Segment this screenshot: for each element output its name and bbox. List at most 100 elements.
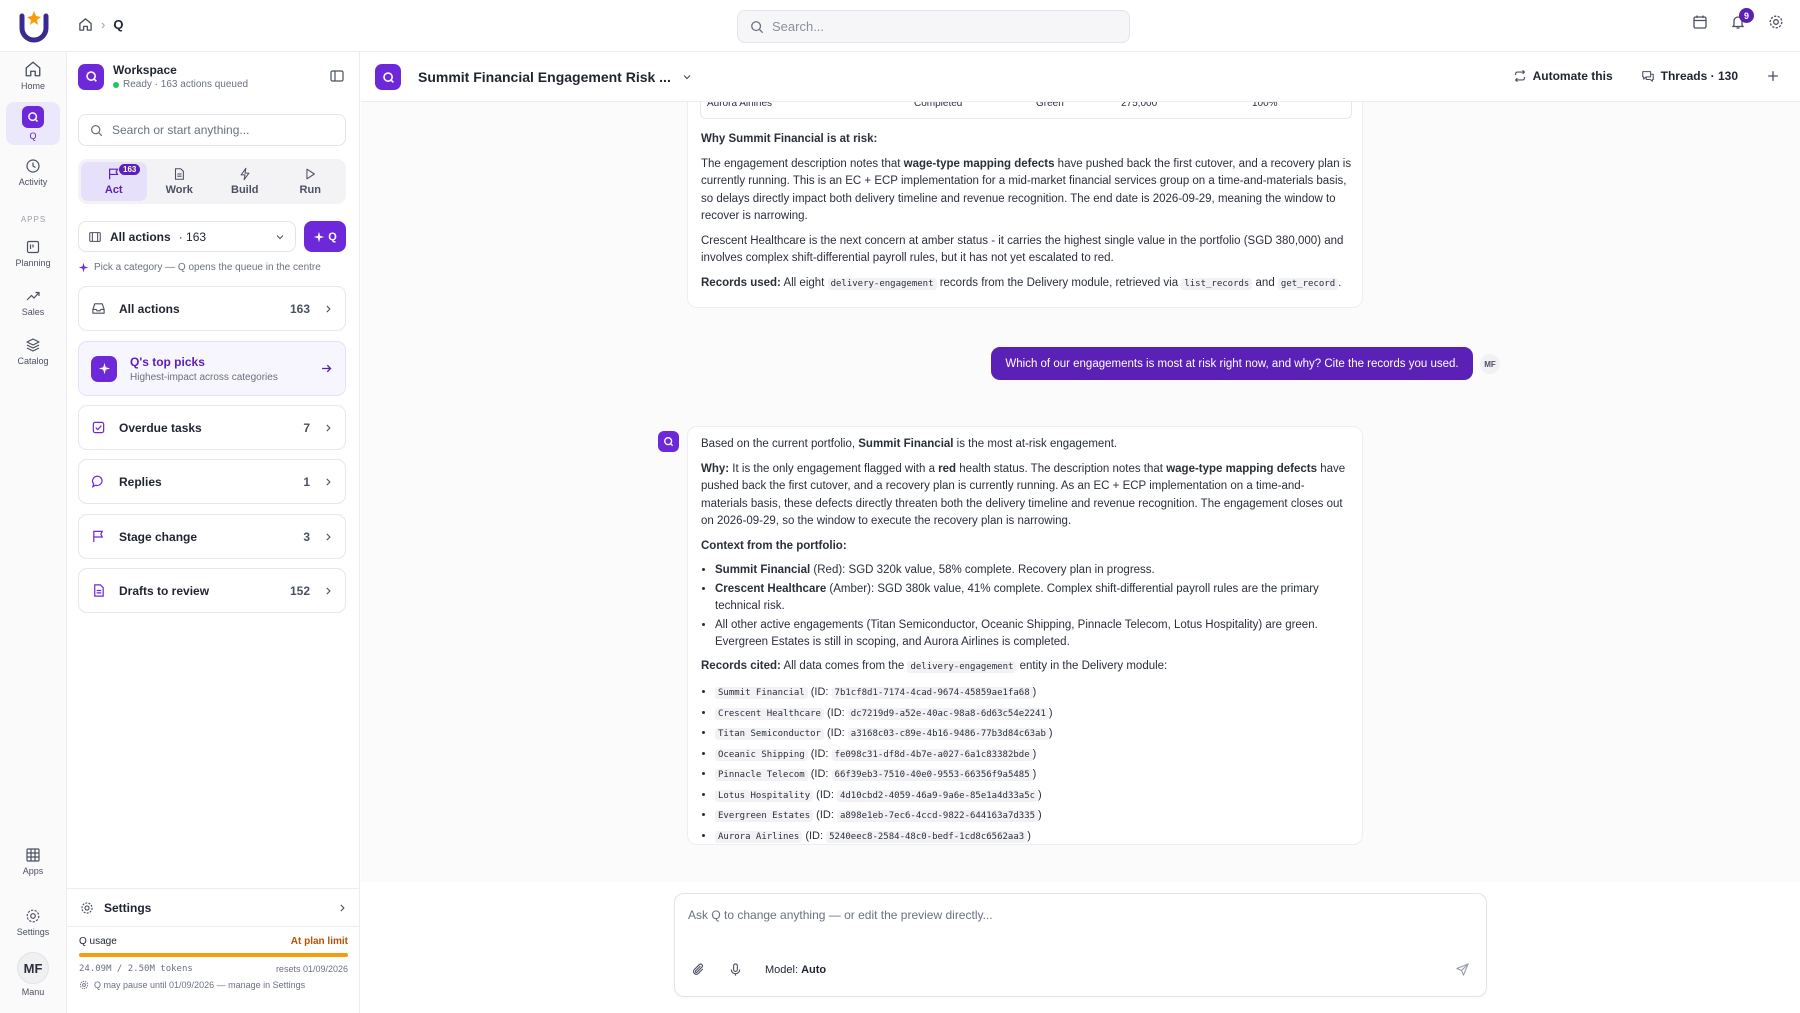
home-icon: [24, 60, 42, 78]
layers-icon: [25, 337, 41, 353]
chat-thread: Aurora Airlines Completed Green 275,000 …: [361, 102, 1800, 882]
app-logo[interactable]: [16, 8, 52, 44]
planning-icon: [25, 239, 41, 255]
workspace-title: Workspace: [113, 63, 177, 77]
context-list: Summit Financial (Red): SGD 320k value, …: [701, 562, 1349, 652]
category-stage-change[interactable]: Stage change 3: [78, 514, 346, 559]
rail-label: Q: [29, 131, 37, 141]
threads-label: Threads · 130: [1660, 69, 1738, 83]
rail-item-planning[interactable]: Planning: [6, 239, 60, 268]
rail-label: Catalog: [17, 356, 49, 366]
plus-icon[interactable]: [1766, 69, 1780, 83]
section-heading: Context from the portfolio:: [701, 539, 847, 552]
paragraph: The engagement description notes that wa…: [701, 157, 1352, 223]
rail-item-catalog[interactable]: Catalog: [6, 337, 60, 366]
workspace-header[interactable]: Workspace Ready · 163 actions queued: [78, 63, 248, 90]
chevron-right-icon: [323, 304, 333, 314]
table-cell: Green: [1036, 102, 1064, 109]
record-item: Lotus Hospitality (ID: 4d10cbd2-4059-46a…: [715, 786, 1349, 807]
global-search-input[interactable]: Search...: [737, 10, 1130, 43]
automate-button[interactable]: Automate this: [1513, 69, 1613, 83]
category-label: Drafts to review: [119, 583, 210, 598]
microphone-icon[interactable]: [728, 962, 743, 977]
flag-icon: [91, 529, 106, 544]
send-icon[interactable]: [1455, 962, 1470, 977]
rail-item-apps[interactable]: Apps: [6, 847, 60, 876]
tab-label: Act: [104, 184, 123, 196]
tab-label: Build: [231, 184, 259, 196]
automate-label: Automate this: [1532, 69, 1613, 83]
tab-build[interactable]: Build: [212, 162, 278, 201]
section-heading: Why Summit Financial is at risk:: [701, 133, 878, 145]
model-select[interactable]: Model: Auto: [765, 964, 826, 976]
rail-item-q[interactable]: Q: [6, 102, 60, 145]
category-top-picks[interactable]: Q's top picks Highest-impact across cate…: [78, 341, 346, 396]
tab-run[interactable]: Run: [278, 162, 344, 201]
list-item: Crescent Healthcare (Amber): SGD 380k va…: [715, 581, 1349, 616]
tab-work[interactable]: Work: [147, 162, 213, 201]
q-open-button[interactable]: Q: [304, 221, 346, 252]
chevron-right-icon: [323, 532, 333, 542]
usage-label: Q usage: [79, 936, 117, 947]
q-icon: [375, 64, 401, 90]
chat-bubble-icon: [91, 474, 106, 489]
avatar: MF: [1480, 354, 1500, 374]
record-item: Titan Semiconductor (ID: a3168c03-c89e-4…: [715, 724, 1349, 745]
chevron-right-icon: ›: [101, 17, 106, 32]
rail-item-activity[interactable]: Activity: [6, 158, 60, 187]
category-drafts-to-review[interactable]: Drafts to review 152: [78, 568, 346, 613]
mode-tabs: 163 Act Work Build Run: [78, 159, 346, 204]
action-filter-select[interactable]: All actions · 163: [78, 221, 296, 252]
category-hint: Pick a category — Q opens the queue in t…: [78, 262, 321, 273]
play-icon: [303, 167, 317, 181]
tab-act[interactable]: 163 Act: [81, 162, 147, 201]
thread-title: Summit Financial Engagement Risk ...: [418, 69, 671, 85]
threads-button[interactable]: Threads · 130: [1641, 69, 1738, 83]
category-all-actions[interactable]: All actions 163: [78, 286, 346, 331]
rail-item-user-menu[interactable]: MF Manu: [6, 952, 60, 997]
record-item: Summit Financial (ID: 7b1cf8d1-7174-4cad…: [715, 683, 1349, 704]
usage-status: At plan limit: [290, 936, 348, 947]
record-item: Pinnacle Telecom (ID: 66f39eb3-7510-40e0…: [715, 765, 1349, 786]
category-count: 1: [303, 474, 310, 489]
usage-tokens: 24.09M / 2.50M tokens: [79, 964, 193, 974]
rail-label: Planning: [15, 258, 51, 268]
thread-title-select[interactable]: Summit Financial Engagement Risk ...: [418, 69, 693, 85]
category-count: 163: [289, 301, 310, 316]
category-replies[interactable]: Replies 1: [78, 459, 346, 504]
category-label: All actions: [119, 301, 180, 316]
sidebar-settings-link[interactable]: Settings: [67, 888, 360, 926]
paperclip-icon[interactable]: [691, 962, 706, 977]
usage-progress-bar: [79, 953, 348, 957]
q-icon: [78, 63, 104, 90]
top-picks-title: Q's top picks: [130, 354, 205, 369]
rail-item-sales[interactable]: Sales: [6, 288, 60, 317]
hint-text: Pick a category — Q opens the queue in t…: [94, 262, 321, 273]
list-item: Summit Financial (Red): SGD 320k value, …: [715, 562, 1349, 580]
notifications-button[interactable]: 9: [1730, 8, 1754, 30]
rail-item-settings[interactable]: Settings: [6, 908, 60, 937]
calendar-icon[interactable]: [1692, 14, 1708, 30]
paragraph: Crescent Healthcare is the next concern …: [701, 234, 1344, 265]
document-icon: [91, 583, 106, 598]
gear-icon[interactable]: [1768, 14, 1784, 30]
category-overdue-tasks[interactable]: Overdue tasks 7: [78, 405, 346, 450]
model-value: Auto: [801, 963, 827, 976]
arrow-right-icon: [320, 362, 333, 375]
message-composer[interactable]: Ask Q to change anything — or edit the p…: [674, 893, 1487, 997]
inbox-icon: [88, 230, 102, 244]
q-icon: [22, 106, 44, 128]
rail-label: Sales: [21, 307, 45, 317]
model-label: Model:: [765, 963, 799, 976]
rail-item-home[interactable]: Home: [6, 60, 60, 91]
checkbox-icon: [91, 420, 106, 435]
rail-label: Settings: [16, 927, 50, 937]
filter-count: · 163: [178, 229, 207, 244]
chevron-right-icon: [323, 423, 333, 433]
filter-label: All actions: [110, 229, 171, 244]
category-count: 3: [303, 529, 310, 544]
sidebar-toggle-icon[interactable]: [329, 68, 345, 84]
workspace-status: Ready · 163 actions queued: [123, 79, 249, 90]
sidebar-search-input[interactable]: Search or start anything...: [78, 114, 346, 146]
home-icon[interactable]: [78, 17, 93, 32]
